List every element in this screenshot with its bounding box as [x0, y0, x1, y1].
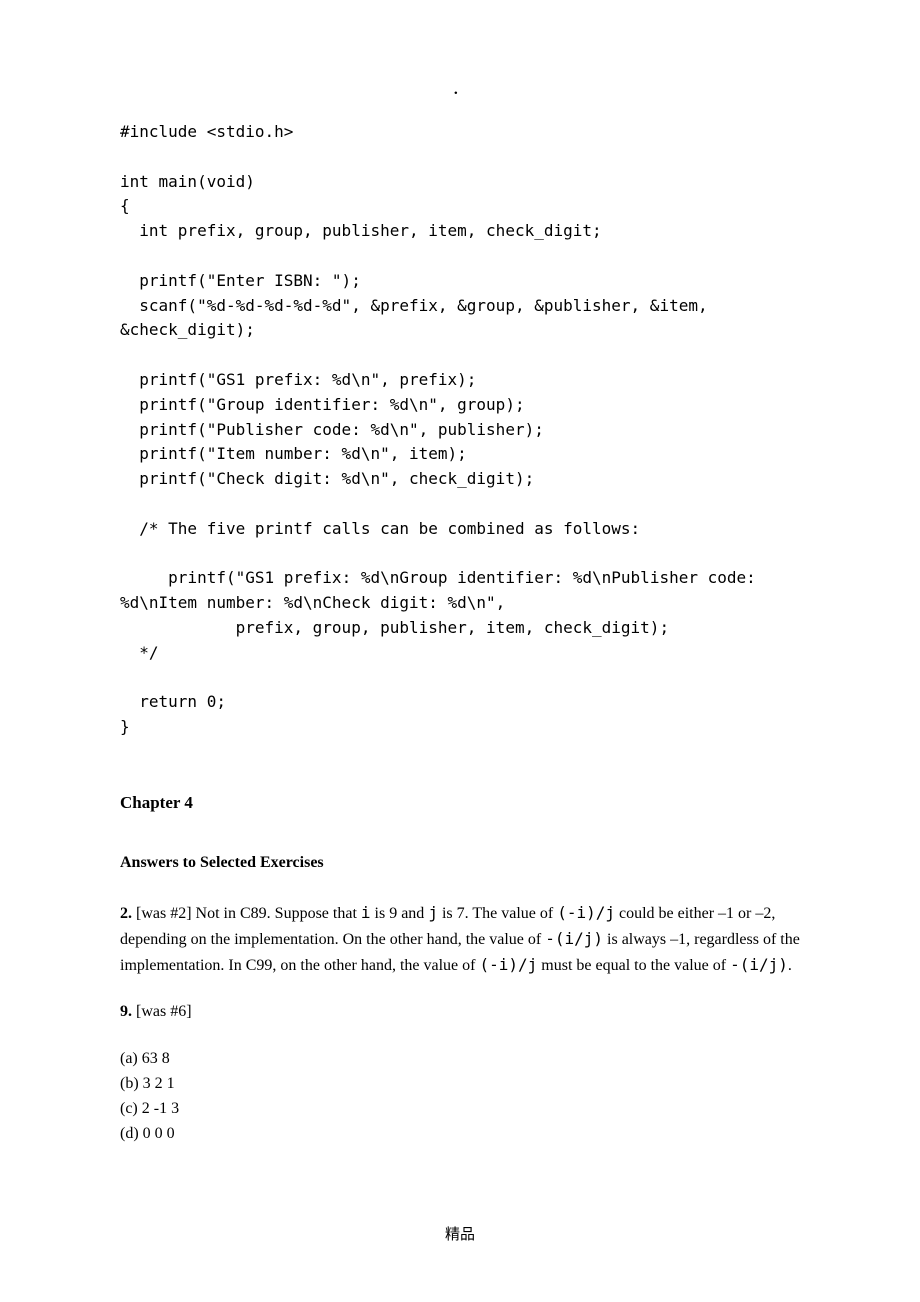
list-item: (a) 63 8: [120, 1047, 800, 1072]
list-item: (b) 3 2 1: [120, 1072, 800, 1097]
exercise-9: 9. [was #6]: [120, 1000, 800, 1025]
footer-text: 精品: [0, 1224, 920, 1247]
answer-list: (a) 63 8 (b) 3 2 1 (c) 2 -1 3 (d) 0 0 0: [120, 1047, 800, 1146]
exercise-2: 2. [was #2] Not in C89. Suppose that i i…: [120, 901, 800, 978]
exercise-2-text: must be equal to the value of: [537, 957, 730, 974]
exercise-2-tag: [was #2]: [132, 905, 196, 922]
exercise-9-tag: [was #6]: [132, 1003, 192, 1020]
top-dot: ．: [0, 78, 920, 103]
code-inline: i: [361, 903, 371, 922]
list-item: (d) 0 0 0: [120, 1122, 800, 1147]
exercise-9-label: 9.: [120, 1003, 132, 1020]
list-item: (c) 2 -1 3: [120, 1097, 800, 1122]
code-inline: -(i/j): [730, 955, 788, 974]
code-inline: (-i)/j: [479, 955, 537, 974]
exercise-2-text: is 9 and: [371, 905, 429, 922]
code-block: #include <stdio.h> int main(void) { int …: [120, 120, 800, 740]
code-inline: -(i/j): [545, 929, 603, 948]
exercise-2-text: is 7. The value of: [438, 905, 557, 922]
code-inline: (-i)/j: [557, 903, 615, 922]
page-content: #include <stdio.h> int main(void) { int …: [0, 0, 920, 1146]
code-inline: j: [428, 903, 438, 922]
chapter-heading: Chapter 4: [120, 790, 800, 816]
exercise-2-label: 2.: [120, 905, 132, 922]
subheading: Answers to Selected Exercises: [120, 851, 800, 876]
exercise-2-text: Not in C89. Suppose that: [196, 905, 361, 922]
exercise-2-text: .: [788, 957, 792, 974]
